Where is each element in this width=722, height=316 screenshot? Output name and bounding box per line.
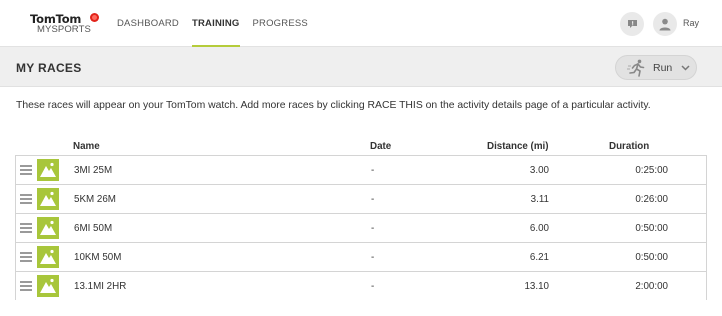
mountain-icon xyxy=(40,249,56,264)
nav-training[interactable]: TRAINING xyxy=(191,0,240,48)
nav-dashboard[interactable]: DASHBOARD xyxy=(117,0,179,47)
tomtom-mysports-logo[interactable]: TomTom MYSPORTS xyxy=(30,12,100,36)
sport-selector-label: Run xyxy=(653,62,673,74)
page-header: MY RACES Run xyxy=(0,47,722,87)
race-route-thumbnail xyxy=(37,159,59,181)
page-title: MY RACES xyxy=(16,61,82,75)
race-date: - xyxy=(371,223,375,234)
table-row[interactable]: 3MI 25M - 3.00 0:25:00 xyxy=(16,156,706,185)
user-name[interactable]: Ray xyxy=(683,18,699,28)
mountain-icon xyxy=(40,191,56,206)
feedback-button[interactable] xyxy=(620,12,644,36)
table-row[interactable]: 10KM 50M - 6.21 0:50:00 xyxy=(16,243,706,272)
race-distance: 3.11 xyxy=(530,194,549,205)
mountain-icon xyxy=(40,278,56,293)
race-distance: 13.10 xyxy=(524,281,549,292)
column-header-distance[interactable]: Distance (mi) xyxy=(487,141,549,152)
table-row[interactable]: 6MI 50M - 6.00 0:50:00 xyxy=(16,214,706,243)
race-route-thumbnail xyxy=(37,217,59,239)
column-header-name[interactable]: Name xyxy=(73,141,100,152)
race-name: 6MI 50M xyxy=(74,223,113,234)
top-navigation-bar: TomTom MYSPORTS DASHBOARD TRAINING PROGR… xyxy=(0,0,722,48)
main-nav: DASHBOARD TRAINING PROGRESS xyxy=(117,0,321,48)
person-icon xyxy=(659,18,671,31)
table-row[interactable]: 13.1MI 2HR - 13.10 2:00:00 xyxy=(16,272,706,300)
mountain-icon xyxy=(40,220,56,235)
race-date: - xyxy=(371,194,375,205)
drag-handle-icon[interactable] xyxy=(20,223,32,233)
races-table: 3MI 25M - 3.00 0:25:00 5KM 26M - 3.11 0:… xyxy=(15,155,707,300)
logo-subtitle: MYSPORTS xyxy=(37,24,91,35)
race-distance: 6.21 xyxy=(529,252,549,263)
race-route-thumbnail xyxy=(37,246,59,268)
sport-selector-dropdown[interactable]: Run xyxy=(615,55,697,80)
race-name: 5KM 26M xyxy=(74,194,116,205)
race-duration: 2:00:00 xyxy=(635,281,668,292)
table-row[interactable]: 5KM 26M - 3.11 0:26:00 xyxy=(16,185,706,214)
race-date: - xyxy=(371,252,375,263)
races-description: These races will appear on your TomTom w… xyxy=(16,100,651,111)
mountain-icon xyxy=(40,162,56,177)
column-header-date[interactable]: Date xyxy=(370,141,391,152)
race-date: - xyxy=(371,165,375,176)
user-avatar[interactable] xyxy=(653,12,677,36)
race-duration: 0:50:00 xyxy=(635,252,668,263)
race-duration: 0:26:00 xyxy=(635,194,668,205)
race-duration: 0:25:00 xyxy=(635,165,668,176)
race-name: 10KM 50M xyxy=(74,252,122,263)
logo-dot-icon xyxy=(90,13,99,22)
race-route-thumbnail xyxy=(37,188,59,210)
race-name: 13.1MI 2HR xyxy=(74,281,127,292)
race-date: - xyxy=(371,281,375,292)
nav-progress[interactable]: PROGRESS xyxy=(253,0,308,47)
drag-handle-icon[interactable] xyxy=(20,194,32,204)
chevron-down-icon xyxy=(681,65,690,71)
drag-handle-icon[interactable] xyxy=(20,165,32,175)
race-route-thumbnail xyxy=(37,275,59,297)
race-duration: 0:50:00 xyxy=(635,223,668,234)
race-name: 3MI 25M xyxy=(74,165,113,176)
race-distance: 3.00 xyxy=(529,165,549,176)
column-header-duration[interactable]: Duration xyxy=(609,141,649,152)
runner-icon xyxy=(627,59,645,77)
drag-handle-icon[interactable] xyxy=(20,281,32,291)
speech-bubble-icon xyxy=(627,20,637,28)
race-distance: 6.00 xyxy=(529,223,549,234)
drag-handle-icon[interactable] xyxy=(20,252,32,262)
